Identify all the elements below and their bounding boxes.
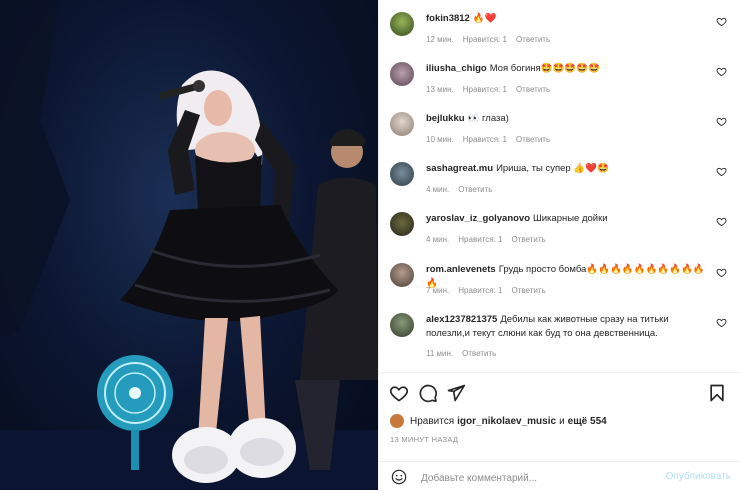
avatar[interactable] (390, 112, 414, 136)
comment-meta: 4 мин. Ответить (426, 185, 501, 194)
reply-button[interactable]: Ответить (516, 35, 550, 44)
comment-time[interactable]: 13 мин. (426, 85, 454, 94)
comment-meta: 10 мин. Нравится: 1 Ответить (426, 135, 559, 144)
avatar[interactable] (390, 162, 414, 186)
likes-middle: и (559, 415, 565, 427)
bookmark-icon[interactable] (707, 383, 727, 403)
comment-likes[interactable]: Нравится: 1 (458, 235, 502, 244)
heart-icon[interactable] (716, 317, 727, 328)
comment-content: Моя богиня🤩🤩🤩🤩🤩 (489, 63, 600, 74)
avatar[interactable] (390, 313, 414, 337)
avatar[interactable] (390, 212, 414, 236)
comment-meta: 11 мин. Ответить (426, 349, 505, 358)
smiley-icon[interactable] (391, 469, 407, 485)
comment-icon[interactable] (418, 383, 438, 403)
comment-time[interactable]: 10 мин. (426, 135, 454, 144)
likes-line: Нравится igor_nikolaev_music и ещё 554 (390, 414, 610, 428)
comment-meta: 12 мин. Нравится: 1 Ответить (426, 35, 559, 44)
post-actions: Нравится igor_nikolaev_music и ещё 554 1… (379, 372, 740, 490)
reply-button[interactable]: Ответить (462, 349, 496, 358)
liker-username[interactable]: igor_nikolaev_music (457, 416, 556, 427)
post-photo[interactable] (0, 0, 378, 490)
comment-text: sashagreat.mu Ириша, ты супер 👍❤️🤩 (426, 162, 711, 176)
comment-likes[interactable]: Нравится: 1 (463, 85, 507, 94)
comment-meta: 13 мин. Нравится: 1 Ответить (426, 85, 559, 94)
comment-likes[interactable]: Нравится: 1 (463, 35, 507, 44)
reply-button[interactable]: Ответить (511, 235, 545, 244)
reply-button[interactable]: Ответить (516, 135, 550, 144)
comment-likes[interactable]: Нравится: 1 (458, 286, 502, 295)
comment-meta: 7 мин. Нравится: 1 Ответить (426, 286, 555, 295)
comment-content: 🔥❤️ (472, 13, 497, 24)
paper-plane-icon[interactable] (446, 383, 466, 403)
publish-button[interactable]: Опубликовать (666, 471, 731, 482)
avatar[interactable] (390, 12, 414, 36)
comment-username[interactable]: alex1237821375 (426, 314, 497, 325)
comment-list[interactable]: fokin3812 🔥❤️ 12 мин. Нравится: 1 Ответить … (379, 0, 740, 372)
instagram-post: fokin3812 🔥❤️ 12 мин. Нравится: 1 Ответить … (0, 0, 740, 490)
post-timestamp[interactable]: 13 МИНУТ НАЗАД (390, 435, 458, 444)
comment-time[interactable]: 4 мин. (426, 185, 449, 194)
comment-content: 👀 глаза) (467, 113, 509, 124)
comment-username[interactable]: yaroslav_iz_golyanovo (426, 213, 530, 224)
heart-icon[interactable] (716, 66, 727, 77)
comment-time[interactable]: 11 мин. (426, 349, 453, 358)
heart-icon[interactable] (389, 383, 409, 403)
comment-time[interactable]: 12 мин. (426, 35, 454, 44)
comment-likes[interactable]: Нравится: 1 (463, 135, 507, 144)
reply-button[interactable]: Ответить (511, 286, 545, 295)
comment-meta: 4 мин. Нравится: 1 Ответить (426, 235, 555, 244)
comment-username[interactable]: rom.anlevenets (426, 264, 496, 275)
avatar[interactable] (390, 414, 404, 428)
reply-button[interactable]: Ответить (458, 185, 492, 194)
avatar[interactable] (390, 263, 414, 287)
comment-username[interactable]: fokin3812 (426, 13, 470, 24)
comment-username[interactable]: iliusha_chigo (426, 63, 487, 74)
heart-icon[interactable] (716, 166, 727, 177)
comment-time[interactable]: 4 мин. (426, 235, 449, 244)
comment-text: alex1237821375 Дебилы как животные сразу … (426, 313, 711, 341)
heart-icon[interactable] (716, 216, 727, 227)
comment-content: Шикарные дойки (533, 213, 608, 224)
post-sidebar: fokin3812 🔥❤️ 12 мин. Нравится: 1 Ответить … (378, 0, 740, 490)
likes-count-button[interactable]: ещё 554 (568, 416, 607, 427)
comment-input[interactable] (419, 467, 653, 489)
add-comment-bar: Опубликовать (379, 461, 740, 491)
concert-photo-illustration (0, 0, 378, 490)
comment-username[interactable]: bejlukku (426, 113, 465, 124)
comment-content: Ириша, ты супер 👍❤️🤩 (496, 163, 609, 174)
comment-username[interactable]: sashagreat.mu (426, 163, 493, 174)
heart-icon[interactable] (716, 116, 727, 127)
comment-time[interactable]: 7 мин. (426, 286, 449, 295)
comment-text: yaroslav_iz_golyanovo Шикарные дойки (426, 212, 711, 226)
reply-button[interactable]: Ответить (516, 85, 550, 94)
comment-text: fokin3812 🔥❤️ (426, 12, 711, 26)
avatar[interactable] (390, 62, 414, 86)
heart-icon[interactable] (716, 267, 727, 278)
comment-text: iliusha_chigo Моя богиня🤩🤩🤩🤩🤩 (426, 62, 711, 76)
heart-icon[interactable] (716, 16, 727, 27)
comment-text: bejlukku 👀 глаза) (426, 112, 711, 126)
likes-prefix: Нравится (410, 415, 455, 427)
